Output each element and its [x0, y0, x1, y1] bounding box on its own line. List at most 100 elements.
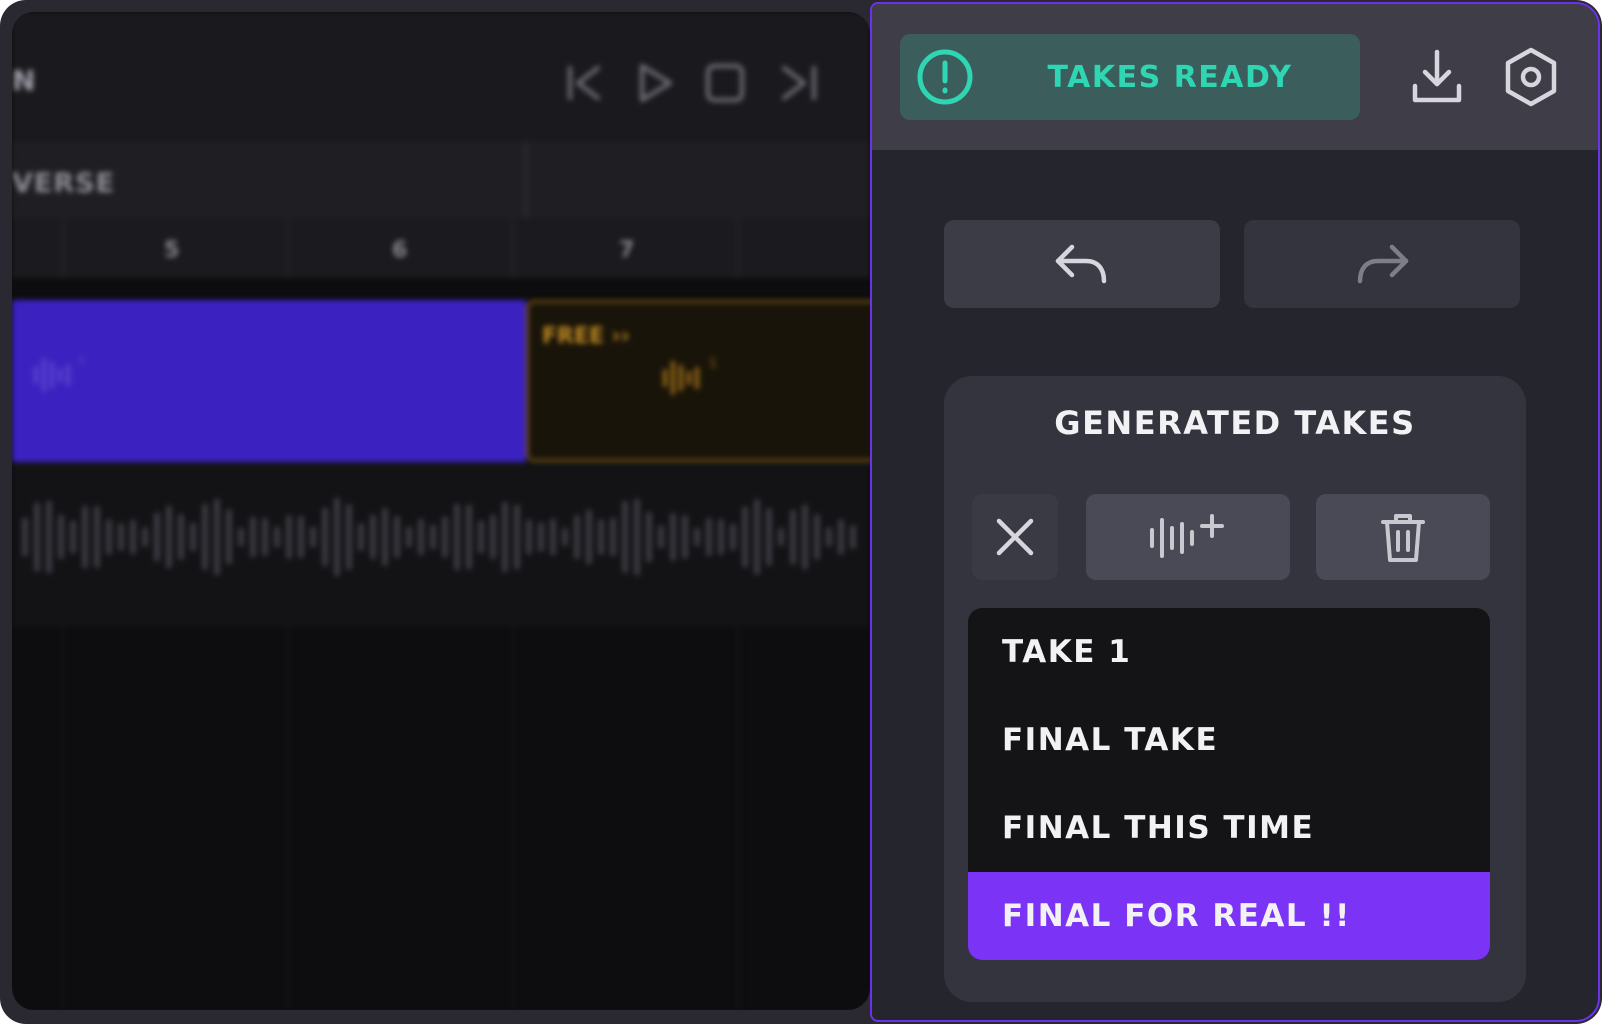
- waveform-bar: [610, 517, 616, 557]
- settings-hexagon-icon[interactable]: [1500, 46, 1562, 108]
- section-divider: [524, 142, 527, 218]
- waveform-bar: [346, 503, 352, 571]
- play-icon[interactable]: [632, 60, 678, 106]
- close-icon: [996, 518, 1034, 556]
- stop-icon[interactable]: [702, 60, 748, 106]
- ruler-tick: [287, 218, 289, 278]
- waveform-bar: [562, 527, 568, 547]
- ruler-tick: [737, 218, 739, 278]
- waveform-bar: [490, 514, 496, 560]
- waveform-bar: [502, 501, 508, 573]
- waveform-bar: [46, 500, 52, 574]
- add-waveform-icon: [1150, 514, 1224, 558]
- undo-arrow-icon: [1055, 244, 1107, 284]
- waveform-bar: [310, 526, 316, 548]
- waveform-bar: [418, 518, 424, 556]
- waveform-bar: [94, 505, 100, 569]
- waveform-bar: [658, 525, 664, 549]
- waveform-bar: [574, 514, 580, 560]
- take-item-selected[interactable]: FINAL FOR REAL !!: [968, 872, 1490, 960]
- waveform-bar: [262, 517, 268, 557]
- takes-title: GENERATED TAKES: [1054, 404, 1416, 442]
- waveform-bar: [814, 513, 820, 561]
- waveform-bar: [178, 513, 184, 561]
- waveform-bar: [646, 511, 652, 563]
- svg-text:1: 1: [709, 356, 717, 370]
- waveform-bar: [334, 497, 340, 577]
- section-track: [12, 142, 870, 218]
- free-clip-label: FREE ››: [542, 324, 630, 349]
- waveform-icon: 1: [34, 353, 86, 392]
- status-banner[interactable]: TAKES READY: [900, 34, 1360, 120]
- waveform-bar: [106, 518, 112, 556]
- grid-line: [512, 627, 514, 1010]
- panel-header: TAKES READY: [872, 4, 1598, 150]
- waveform-bar: [802, 504, 808, 570]
- waveform-bar: [442, 516, 448, 558]
- project-title: N: [12, 64, 36, 97]
- waveform-bar: [286, 514, 292, 560]
- waveform-bar: [130, 519, 136, 555]
- waveform-bar: [118, 522, 124, 552]
- skip-back-icon[interactable]: [562, 60, 608, 106]
- generated-takes-card: GENERATED TAKES TAKE 1 FINAL TAKE FINAL …: [944, 376, 1526, 1002]
- waveform-track[interactable]: [12, 462, 870, 627]
- trash-icon: [1381, 514, 1425, 562]
- waveform-bar: [166, 505, 172, 569]
- waveform-bar: [238, 527, 244, 547]
- waveform-bar: [406, 526, 412, 548]
- waveform-bar: [370, 514, 376, 560]
- ruler-number: 6: [392, 238, 408, 263]
- waveform-icon: 1: [663, 356, 717, 395]
- waveform-bar: [694, 527, 700, 547]
- waveform-bar: [274, 526, 280, 548]
- section-label[interactable]: VERSE: [12, 168, 115, 199]
- waveform-bar: [670, 512, 676, 562]
- ruler-tick: [62, 218, 64, 278]
- close-button[interactable]: [972, 494, 1058, 580]
- waveform-bar: [730, 523, 736, 551]
- add-take-button[interactable]: [1086, 494, 1290, 580]
- waveform-bar: [298, 515, 304, 559]
- waveform-bar: [766, 507, 772, 567]
- undo-button[interactable]: [944, 220, 1220, 308]
- waveform-bar: [430, 524, 436, 550]
- waveform-bar: [82, 505, 88, 569]
- waveform-bar: [214, 498, 220, 576]
- waveform-bar: [22, 517, 28, 557]
- waveform-bar: [598, 518, 604, 556]
- take-list: TAKE 1 FINAL TAKE FINAL THIS TIME FINAL …: [968, 608, 1490, 960]
- waveform-bar: [754, 498, 760, 576]
- take-item[interactable]: TAKE 1: [968, 608, 1490, 696]
- delete-button[interactable]: [1316, 494, 1490, 580]
- waveform-bar: [706, 517, 712, 557]
- waveform-bar: [742, 506, 748, 568]
- app-window: N VERSE 5 6 7 1 1 FREE ›› TAKES READY GE…: [0, 0, 1602, 1024]
- take-item[interactable]: FINAL TAKE: [968, 696, 1490, 784]
- waveform-bar: [514, 504, 520, 570]
- redo-button[interactable]: [1244, 220, 1520, 308]
- take-item[interactable]: FINAL THIS TIME: [968, 784, 1490, 872]
- download-icon[interactable]: [1406, 46, 1468, 108]
- waveform-bar: [454, 503, 460, 571]
- waveform-bar: [826, 526, 832, 548]
- waveform-bar: [190, 522, 196, 552]
- waveform-bar: [394, 515, 400, 559]
- waveform-bar: [850, 524, 856, 550]
- skip-forward-icon[interactable]: [776, 60, 822, 106]
- grid-line: [287, 627, 289, 1010]
- bar-ruler[interactable]: [12, 218, 870, 278]
- waveform-bar: [250, 516, 256, 558]
- waveform-bar: [634, 498, 640, 576]
- grid-line: [737, 627, 739, 1010]
- waveform-bar: [358, 522, 364, 552]
- waveform: [22, 497, 856, 577]
- status-text: TAKES READY: [1047, 59, 1293, 95]
- audio-clip[interactable]: 1: [12, 300, 526, 462]
- waveform-bar: [622, 500, 628, 574]
- waveform-bar: [790, 509, 796, 565]
- alert-circle-icon: [916, 48, 974, 106]
- ruler-number: 7: [619, 238, 635, 263]
- waveform-bar: [718, 518, 724, 556]
- waveform-bar: [778, 527, 784, 547]
